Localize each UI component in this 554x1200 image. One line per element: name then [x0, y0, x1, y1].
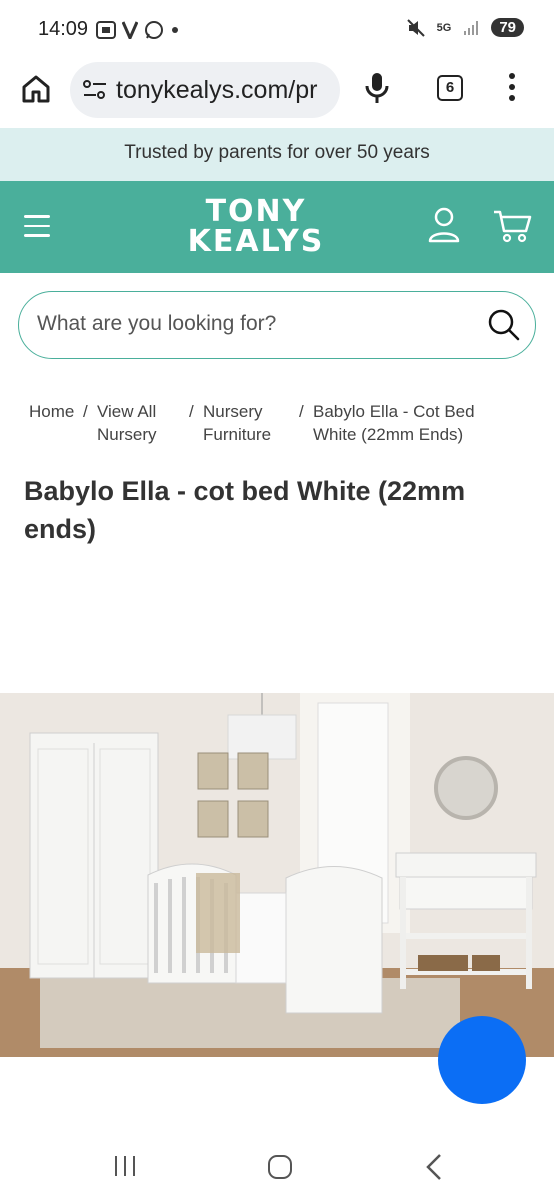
site-logo[interactable]: TONY KEALYS [176, 197, 336, 257]
menu-icon[interactable] [24, 215, 50, 244]
more-options-icon[interactable] [508, 72, 516, 102]
breadcrumb-sep-3: / [299, 402, 304, 421]
breadcrumb-view-all-nursery[interactable]: View All Nursery [97, 400, 177, 446]
home-icon[interactable] [20, 73, 52, 105]
breadcrumb-nursery-furniture[interactable]: Nursery Furniture [203, 400, 293, 446]
battery-level: 79 [491, 18, 524, 37]
search-placeholder: What are you looking for? [37, 312, 277, 335]
recent-apps-icon[interactable] [113, 1154, 137, 1178]
network-label: 5G [436, 21, 452, 34]
search-icon[interactable] [487, 308, 521, 342]
cart-icon[interactable] [492, 209, 532, 243]
status-time: 14:09 [38, 18, 89, 40]
tab-switcher-button[interactable]: 6 [437, 75, 463, 101]
v-app-icon [122, 21, 138, 39]
url-text: tonykealys.com/pr [116, 76, 318, 104]
product-image[interactable] [0, 693, 554, 1057]
product-title: Babylo Ella - cot bed White (22mm ends) [24, 476, 466, 544]
whatsapp-icon [145, 21, 163, 39]
microphone-icon[interactable] [364, 71, 390, 105]
chat-button[interactable] [438, 1016, 526, 1104]
browser-toolbar: tonykealys.com/pr 6 [0, 58, 554, 128]
notification-icons [96, 20, 180, 40]
dot-icon [172, 27, 178, 33]
signal-icon [464, 20, 479, 35]
breadcrumb-sep-1: / [83, 402, 88, 421]
mute-icon [406, 18, 425, 37]
account-icon[interactable] [428, 207, 460, 243]
site-settings-icon[interactable] [82, 79, 108, 101]
status-bar: 14:09 5G 79 [0, 0, 554, 58]
back-icon[interactable] [425, 1153, 443, 1181]
address-bar[interactable]: tonykealys.com/pr [70, 62, 340, 118]
screenshot-icon [96, 21, 116, 39]
home-nav-icon[interactable] [267, 1154, 293, 1180]
breadcrumb-current: Babylo Ella - Cot Bed White (22mm Ends) [313, 402, 475, 444]
logo-line1: TONY [205, 194, 307, 229]
announcement-bar: Trusted by parents for over 50 years [0, 128, 554, 181]
site-header: TONY KEALYS [0, 181, 554, 273]
system-status: 5G 79 [406, 18, 524, 37]
logo-line2: KEALYS [187, 224, 325, 259]
system-nav-bar [0, 1130, 554, 1200]
breadcrumb-sep-2: / [189, 402, 194, 421]
breadcrumb-home[interactable]: Home [29, 400, 74, 423]
search-input[interactable]: What are you looking for? [18, 291, 536, 359]
